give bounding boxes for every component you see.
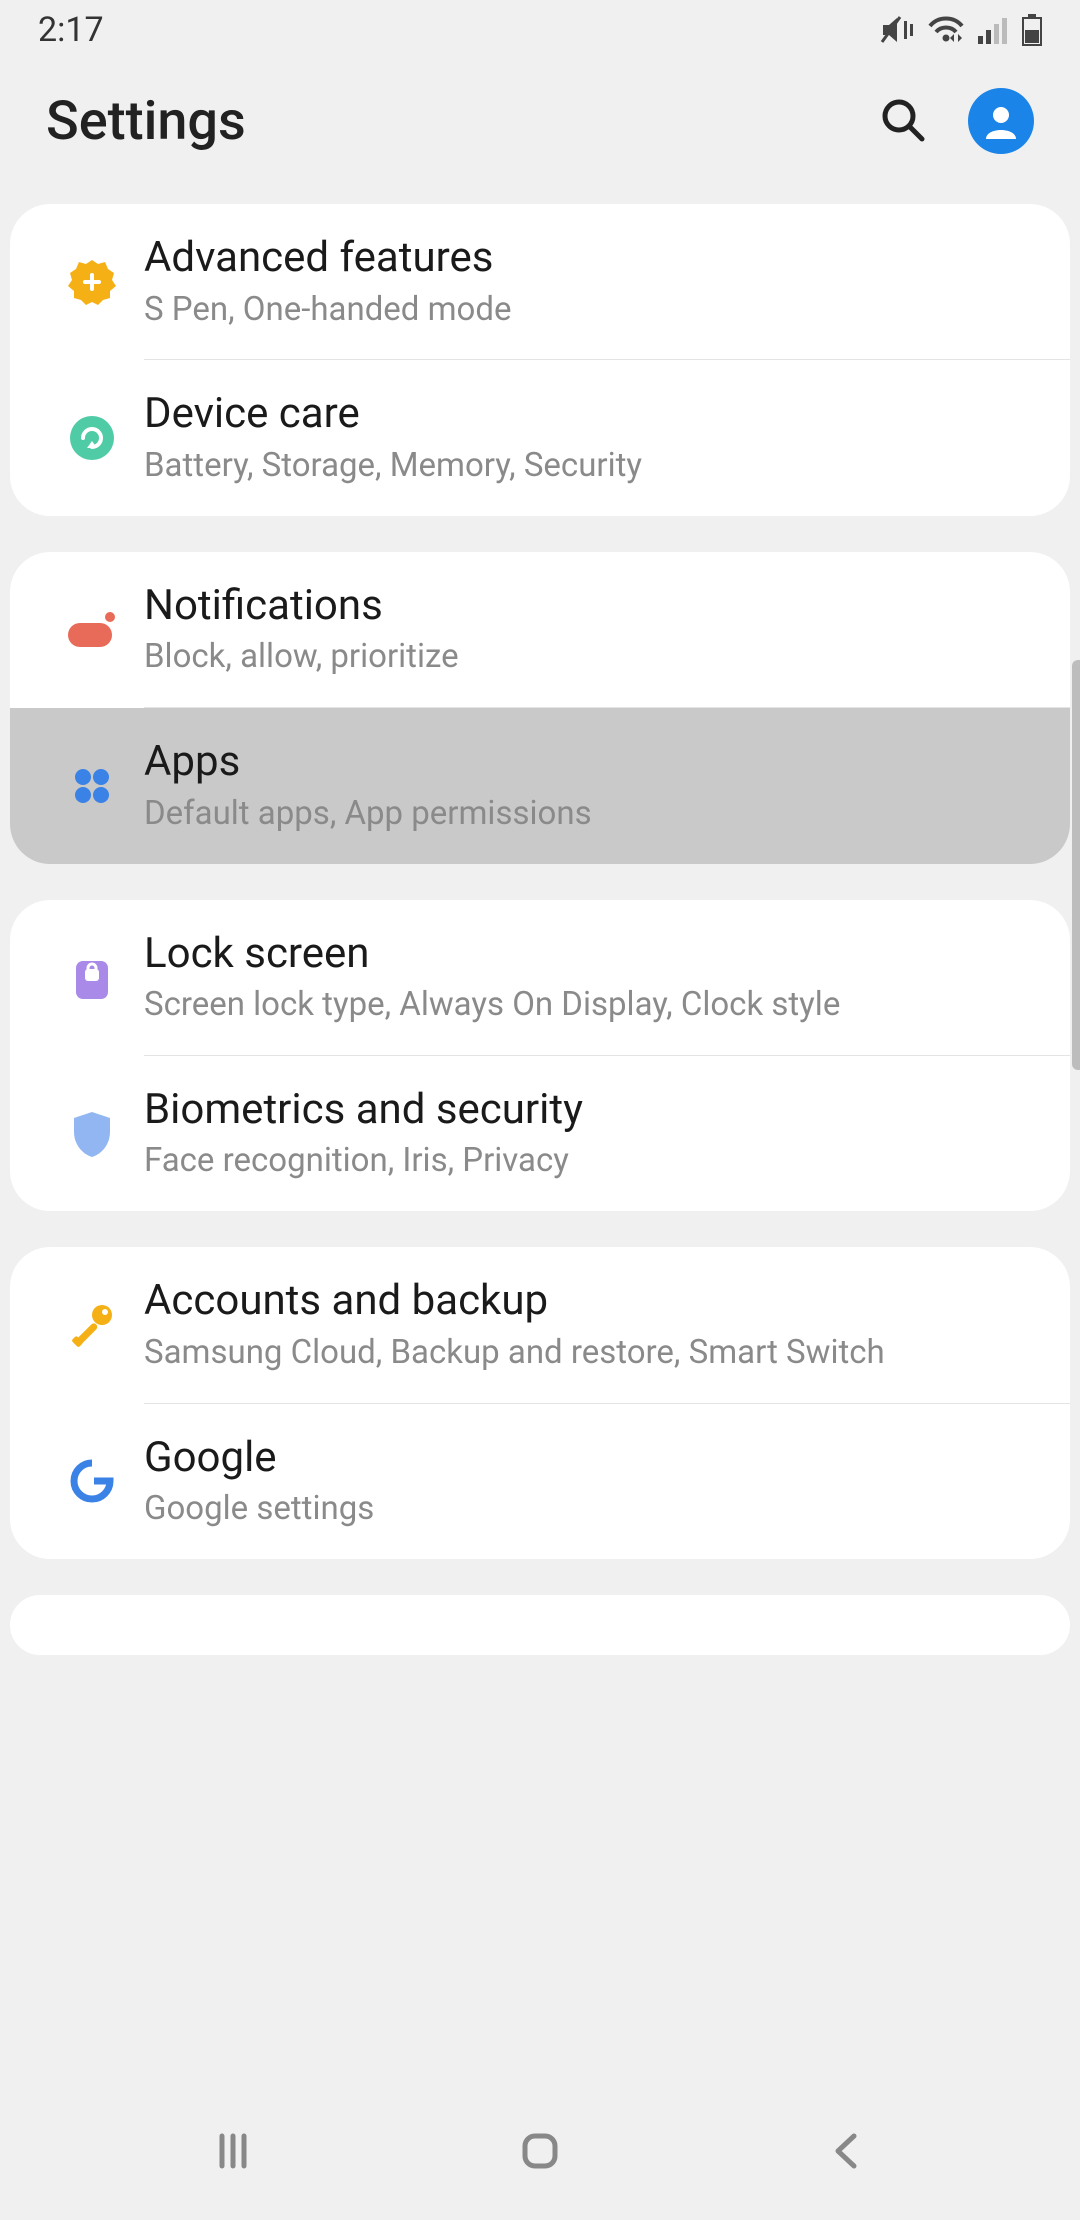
row-advanced-features[interactable]: Advanced features S Pen, One-handed mode xyxy=(10,204,1070,359)
signal-icon xyxy=(978,16,1008,44)
status-time: 2:17 xyxy=(38,10,104,50)
settings-group: Accounts and backup Samsung Cloud, Backu… xyxy=(10,1247,1070,1559)
row-subtitle: S Pen, One-handed mode xyxy=(144,289,1020,332)
row-subtitle: Face recognition, Iris, Privacy xyxy=(144,1140,1020,1183)
row-title: Lock screen xyxy=(144,928,1020,981)
row-subtitle: Block, allow, prioritize xyxy=(144,636,1020,679)
key-icon xyxy=(68,1301,116,1349)
row-biometrics[interactable]: Biometrics and security Face recognition… xyxy=(10,1056,1070,1211)
search-button[interactable] xyxy=(878,95,928,148)
row-subtitle: Battery, Storage, Memory, Security xyxy=(144,445,1020,488)
status-bar: 2:17 xyxy=(0,0,1080,60)
back-icon xyxy=(824,2128,870,2174)
account-avatar xyxy=(968,88,1034,154)
row-title: Notifications xyxy=(144,580,1020,633)
notification-toggle-icon xyxy=(66,609,118,649)
status-icons xyxy=(880,14,1042,46)
apps-grid-icon xyxy=(70,764,114,808)
page-title: Settings xyxy=(46,90,878,153)
row-title: Advanced features xyxy=(144,232,1020,285)
row-subtitle: Default apps, App permissions xyxy=(144,793,1020,836)
battery-icon xyxy=(1022,14,1042,46)
mute-icon xyxy=(880,15,914,45)
row-title: Device care xyxy=(144,388,1020,441)
row-title: Accounts and backup xyxy=(144,1275,1020,1328)
settings-list: Advanced features S Pen, One-handed mode… xyxy=(0,204,1080,1655)
home-icon xyxy=(517,2128,563,2174)
row-title: Biometrics and security xyxy=(144,1084,1020,1137)
settings-group: Lock screen Screen lock type, Always On … xyxy=(10,900,1070,1212)
row-google[interactable]: Google Google settings xyxy=(10,1404,1070,1559)
refresh-circle-icon xyxy=(69,415,115,461)
row-accounts-backup[interactable]: Accounts and backup Samsung Cloud, Backu… xyxy=(10,1247,1070,1402)
row-subtitle: Samsung Cloud, Backup and restore, Smart… xyxy=(144,1332,1020,1375)
row-notifications[interactable]: Notifications Block, allow, prioritize xyxy=(10,552,1070,707)
nav-home-button[interactable] xyxy=(497,2108,583,2197)
scroll-indicator[interactable] xyxy=(1072,660,1080,1070)
shield-icon xyxy=(71,1110,113,1158)
row-lock-screen[interactable]: Lock screen Screen lock type, Always On … xyxy=(10,900,1070,1055)
row-subtitle: Screen lock type, Always On Display, Clo… xyxy=(144,984,1020,1027)
row-title: Google xyxy=(144,1432,1020,1485)
search-icon xyxy=(878,95,928,145)
navigation-bar xyxy=(0,2085,1080,2220)
person-icon xyxy=(981,101,1021,141)
account-button[interactable] xyxy=(968,88,1034,154)
row-subtitle: Google settings xyxy=(144,1488,1020,1531)
settings-group: Notifications Block, allow, prioritize A… xyxy=(10,552,1070,864)
wifi-icon xyxy=(928,16,964,44)
nav-back-button[interactable] xyxy=(804,2108,890,2197)
nav-recents-button[interactable] xyxy=(190,2108,276,2197)
settings-group-peek xyxy=(10,1595,1070,1655)
recents-icon xyxy=(210,2128,256,2174)
gear-plus-icon xyxy=(68,258,116,306)
lock-icon xyxy=(72,953,112,1001)
google-g-icon xyxy=(70,1459,114,1503)
row-title: Apps xyxy=(144,736,1020,789)
row-apps[interactable]: Apps Default apps, App permissions xyxy=(10,708,1070,863)
header: Settings xyxy=(0,60,1080,204)
row-device-care[interactable]: Device care Battery, Storage, Memory, Se… xyxy=(10,360,1070,515)
settings-group: Advanced features S Pen, One-handed mode… xyxy=(10,204,1070,516)
